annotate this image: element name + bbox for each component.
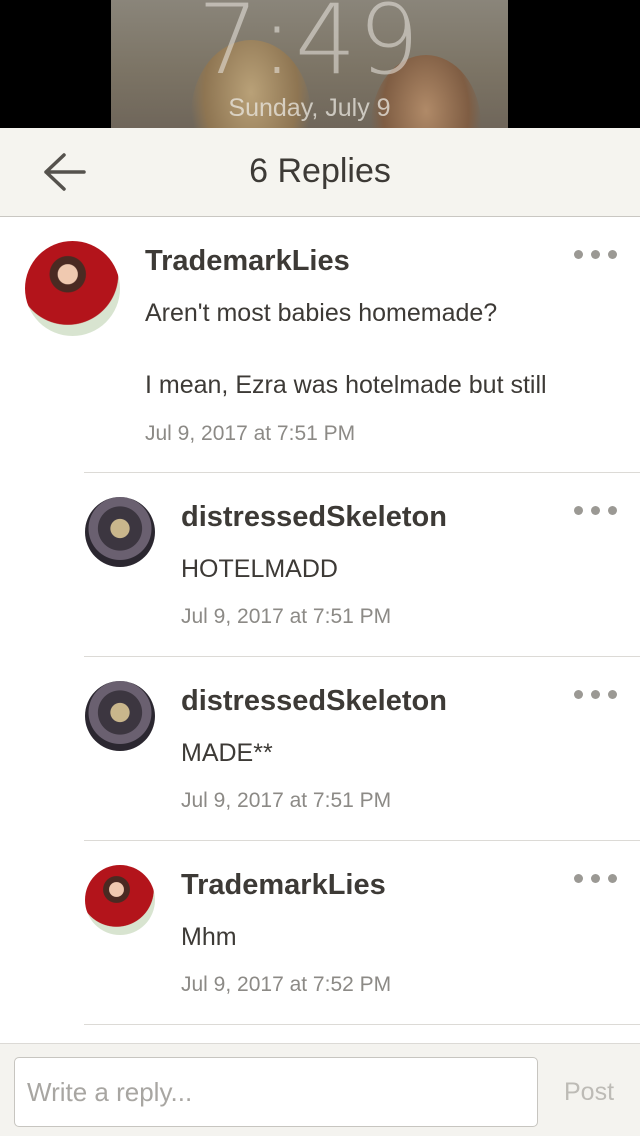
dot-icon	[608, 874, 617, 883]
comment-timestamp: Jul 9, 2017 at 7:51 PM	[145, 422, 356, 445]
lock-time: 7:49	[197, 0, 422, 96]
dot-icon	[591, 690, 600, 699]
page-title: 6 Replies	[249, 152, 391, 190]
more-options-button[interactable]	[574, 241, 618, 265]
comment-body: MADE**	[181, 739, 273, 767]
more-options-button[interactable]	[574, 497, 618, 521]
lock-wallpaper: 7:49 Sunday, July 9	[111, 0, 508, 128]
comment-top-level: TrademarkLies Aren't most babies homemad…	[0, 217, 640, 473]
dot-icon	[591, 874, 600, 883]
comment-timestamp: Jul 9, 2017 at 7:51 PM	[181, 605, 392, 628]
dot-icon	[574, 250, 583, 259]
comment-body: Mhm	[181, 923, 237, 951]
reply-item: distressedSkeleton HOTELMADD Jul 9, 2017…	[0, 473, 640, 657]
divider	[84, 1024, 640, 1025]
reply-item: distressedSkeleton MADE** Jul 9, 2017 at…	[0, 657, 640, 841]
comment-body: Aren't most babies homemade? I mean, Ezr…	[145, 299, 547, 399]
reply-item: TrademarkLies Mhm Jul 9, 2017 at 7:52 PM	[0, 841, 640, 1025]
more-options-button[interactable]	[574, 681, 618, 705]
reply-input[interactable]	[14, 1057, 538, 1127]
post-button[interactable]: Post	[548, 1057, 630, 1127]
avatar[interactable]	[85, 497, 155, 567]
comment-body: HOTELMADD	[181, 555, 338, 583]
dot-icon	[574, 506, 583, 515]
dot-icon	[608, 250, 617, 259]
avatar[interactable]	[85, 865, 155, 935]
lock-screen-strip: 7:49 Sunday, July 9	[0, 0, 640, 128]
comment-timestamp: Jul 9, 2017 at 7:51 PM	[181, 789, 392, 812]
dot-icon	[608, 506, 617, 515]
avatar[interactable]	[25, 241, 120, 336]
dot-icon	[608, 690, 617, 699]
username[interactable]: distressedSkeleton	[181, 501, 447, 534]
comment-timestamp: Jul 9, 2017 at 7:52 PM	[181, 973, 392, 996]
dot-icon	[591, 506, 600, 515]
username[interactable]: TrademarkLies	[145, 245, 350, 278]
lock-date: Sunday, July 9	[228, 94, 391, 122]
reply-composer: Post	[0, 1043, 640, 1136]
nav-bar: 6 Replies	[0, 128, 640, 217]
dot-icon	[574, 874, 583, 883]
dot-icon	[574, 690, 583, 699]
avatar[interactable]	[85, 681, 155, 751]
dot-icon	[591, 250, 600, 259]
username[interactable]: distressedSkeleton	[181, 685, 447, 718]
more-options-button[interactable]	[574, 865, 618, 889]
username[interactable]: TrademarkLies	[181, 869, 386, 902]
